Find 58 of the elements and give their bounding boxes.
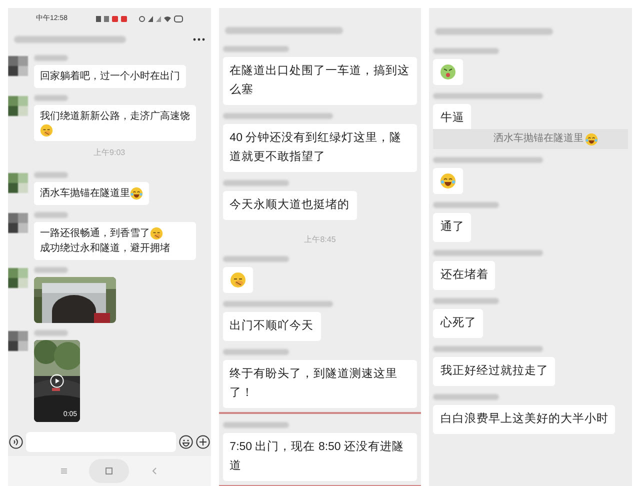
message-text: 心死了 [440, 315, 476, 331]
message-text: 出门不顺吖今天 [230, 318, 314, 334]
message-text: 成功绕 [40, 242, 70, 256]
plus-icon[interactable] [196, 435, 210, 449]
wifi-icon [164, 15, 171, 23]
voice-icon[interactable] [9, 435, 23, 449]
message-text: 过永和隧道，避开拥堵 [70, 242, 170, 256]
emoji-icon [440, 173, 456, 189]
blurred-name [433, 48, 500, 54]
message-text: 洒水车抛锚在隧道里 [40, 186, 130, 201]
blurred-name [34, 212, 68, 218]
emoji-icon [150, 227, 163, 240]
blurred-name [222, 180, 289, 186]
timestamp: 上午9:03 [92, 147, 126, 159]
blurred-name [222, 422, 289, 428]
message-text: 今天永顺大道也挺堵的 [230, 197, 350, 213]
message-text: 我正好经过就拉走了 [440, 364, 548, 379]
blurred-name [34, 55, 68, 61]
avatar [8, 173, 28, 193]
avatar [8, 331, 28, 351]
message-text: 在隧道出口处围了一车道，搞到这么塞 [230, 63, 410, 98]
message-text: 通了 [440, 220, 464, 235]
message-text: 白白浪费早上这美好的大半小时 [440, 411, 608, 427]
avatar [8, 56, 28, 76]
message-text: 终于有盼头了，到隧道测速这里了！ [230, 366, 399, 401]
blurred-name [433, 394, 500, 400]
blurred-name [433, 298, 500, 304]
battery-icon [174, 15, 183, 23]
message-text: 40 分钟还没有到红绿灯这里，隧道就更不敢指望了 [230, 130, 403, 165]
emoji-icon [585, 132, 598, 146]
blurred-name [222, 256, 289, 262]
smiley-icon[interactable] [178, 435, 193, 449]
blurred-name [433, 202, 500, 208]
avatar [8, 96, 28, 116]
message-text: 还在堵着 [440, 267, 488, 283]
home-button[interactable] [89, 459, 130, 483]
blurred-name [34, 95, 68, 101]
avatar [8, 268, 28, 288]
emoji-icon [440, 64, 456, 80]
message-text: 7:50 出门，现在 8:50 还没有进隧道 [230, 439, 406, 474]
timestamp: 上午8:45 [303, 234, 337, 246]
play-icon[interactable] [50, 374, 64, 388]
message-text: 牛逼 [440, 110, 464, 126]
blurred-name [34, 330, 68, 336]
menu-icon[interactable] [192, 38, 205, 40]
blurred-name [34, 267, 68, 273]
message-text: 回家躺着吧，过一个小时在出门 [40, 70, 180, 84]
message-text: 我们绕道新新公路，走济广高速饶 [40, 110, 190, 124]
emoji-icon [40, 124, 53, 137]
emoji-icon [130, 187, 143, 200]
avatar [8, 213, 28, 233]
alarm-icon [138, 15, 145, 23]
blurred-name [34, 172, 68, 178]
blurred-name [222, 46, 289, 52]
emoji-icon [230, 272, 246, 288]
message-text: 洒水车抛锚在隧道里 [493, 132, 584, 146]
blurred-name [222, 349, 289, 355]
message-text: 一路还很畅通，到香雪了 [40, 226, 150, 241]
